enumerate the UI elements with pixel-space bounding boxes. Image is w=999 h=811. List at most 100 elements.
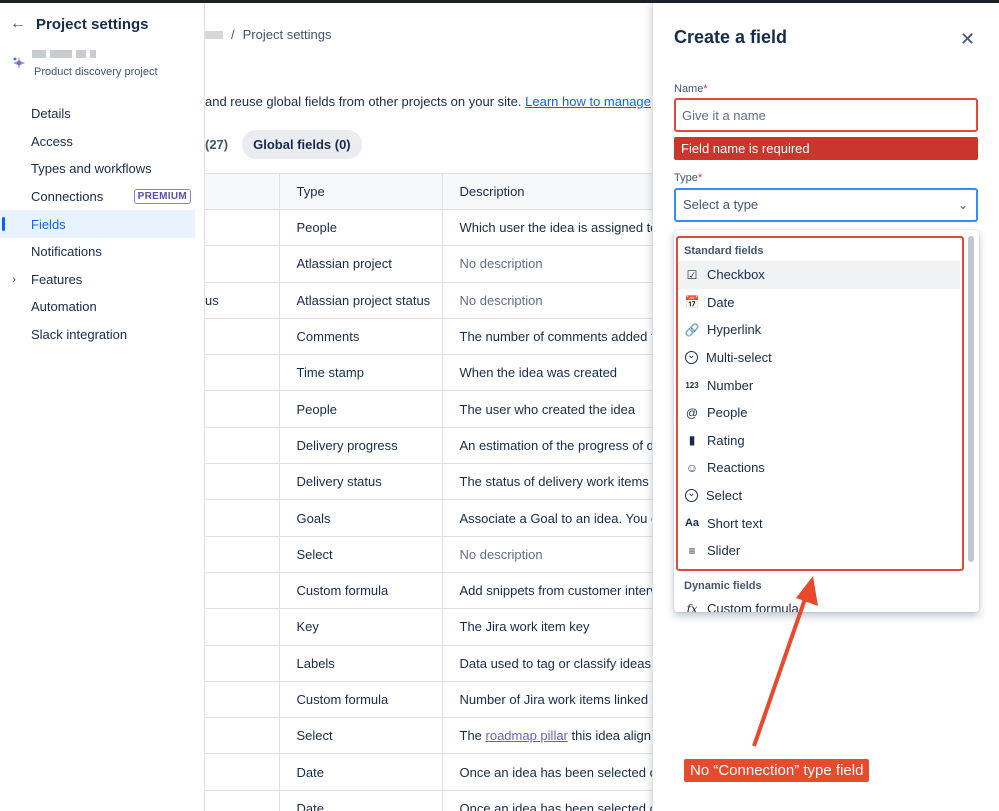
breadcrumb-current[interactable]: Project settings (243, 27, 332, 42)
type-column-header[interactable]: Type (278, 173, 442, 210)
sidebar-item-details[interactable]: Details (0, 100, 195, 128)
nav-label: Notifications (31, 244, 102, 260)
required-mark: * (703, 83, 708, 95)
nav-label: Types and workflows (31, 161, 152, 177)
field-type-cell: Atlassian project (278, 245, 442, 283)
field-type-cell: Select (278, 536, 442, 573)
table-row[interactable]: Custom formula Number of Jira work items … (205, 681, 652, 719)
calendar-icon: 📅 (684, 295, 700, 310)
tab-global-fields[interactable]: Global fields (0) (242, 130, 362, 159)
name-error-message: Field name is required (674, 137, 978, 160)
name-column-header (205, 173, 279, 210)
sidebar-item-features[interactable]: › Features (0, 266, 195, 294)
table-row[interactable]: People Which user the idea is assigned to (205, 209, 652, 247)
nav-label: Fields (31, 216, 66, 232)
dropdown-scrollbar[interactable] (968, 236, 974, 562)
table-row[interactable]: Select No description (205, 536, 652, 573)
field-name-cell (205, 427, 279, 465)
field-description-cell: When the idea was created (441, 354, 652, 392)
table-row[interactable]: Atlassian project No description (205, 245, 652, 283)
field-description-cell: Which user the idea is assigned to (441, 209, 652, 247)
field-description-cell: The roadmap pillar this idea align (441, 717, 652, 755)
field-name-cell (205, 536, 279, 573)
back-arrow-icon[interactable]: ← (10, 15, 26, 33)
field-description-cell: No description (441, 282, 652, 319)
sidebar-item-automation[interactable]: Automation (0, 293, 195, 321)
field-type-cell: Delivery progress (278, 427, 442, 465)
roadmap-pillar-link[interactable]: roadmap pillar (486, 728, 568, 743)
dd-item-people[interactable]: @ People (677, 399, 960, 427)
standard-fields-heading: Standard fields (684, 245, 764, 257)
chevron-down-icon: ⌄ (957, 198, 968, 212)
table-row[interactable]: People The user who created the idea (205, 390, 652, 428)
chevron-circle-icon: ⌄ (685, 489, 698, 503)
dd-item-hyperlink[interactable]: 🔗 Hyperlink (677, 316, 960, 344)
project-name-redacted (32, 50, 96, 58)
dd-item-short-text[interactable]: Aa Short text (677, 509, 960, 537)
table-row[interactable]: Delivery status The status of delivery wo… (205, 463, 652, 501)
sidebar-item-connections[interactable]: Connections PREMIUM (0, 183, 195, 211)
breadcrumb-redacted[interactable] (205, 30, 223, 39)
description-column-header[interactable]: Description (441, 173, 652, 210)
sidebar-item-access[interactable]: Access (0, 128, 195, 156)
table-row[interactable]: us Atlassian project status No description (205, 282, 652, 319)
table-row[interactable]: Select The roadmap pillar this idea align (205, 717, 652, 755)
name-label: Name* (674, 83, 708, 95)
checkbox-icon: ☑ (686, 267, 698, 282)
learn-more-link[interactable]: Learn how to manage (525, 94, 651, 109)
field-description-cell: Data used to tag or classify ideas (441, 645, 652, 682)
dd-item-number[interactable]: 123 Number (677, 371, 960, 399)
required-mark: * (697, 172, 703, 184)
table-row[interactable]: Goals Associate a Goal to an idea. You c (205, 499, 652, 537)
dd-item-date[interactable]: 📅 Date (677, 289, 960, 317)
field-description-cell: Once an idea has been selected c (441, 790, 652, 811)
number-icon: 123 (685, 380, 699, 390)
nav-label: Access (31, 133, 73, 149)
field-name-cell (205, 753, 279, 791)
table-row[interactable]: Key The Jira work item key (205, 608, 652, 646)
field-description-cell: The number of comments added t (441, 318, 652, 356)
type-label: Type* (674, 172, 702, 184)
dd-item-checkbox[interactable]: ☑ Checkbox (677, 261, 960, 289)
at-icon: @ (685, 405, 699, 420)
field-description-cell: An estimation of the progress of d (441, 427, 652, 465)
dd-item-multi-select[interactable]: ⌄ Multi-select (677, 344, 960, 372)
sidebar-item-fields[interactable]: Fields (0, 210, 195, 238)
table-row[interactable]: Comments The number of comments added t (205, 318, 652, 356)
table-row[interactable]: Delivery progress An estimation of the pr… (205, 427, 652, 465)
table-row[interactable]: Labels Data used to tag or classify ideas (205, 645, 652, 682)
description-text: this idea align (567, 728, 652, 744)
dd-item-label: Short text (707, 515, 763, 531)
chevron-right-icon[interactable]: › (12, 272, 16, 286)
dd-item-label: Hyperlink (707, 322, 762, 338)
annotation-arrow (752, 576, 818, 747)
table-row[interactable]: Date Once an idea has been selected c (205, 790, 652, 811)
dd-item-rating[interactable]: ▮ Rating (677, 427, 960, 455)
field-type-cell: Comments (278, 318, 442, 356)
link-icon: 🔗 (684, 322, 700, 337)
field-name-input[interactable] (674, 98, 978, 132)
premium-badge: PREMIUM (133, 188, 191, 204)
sidebar-item-types-and-workflows[interactable]: Types and workflows (0, 155, 195, 183)
sidebar: ← Project settings Product discovery pro… (0, 3, 205, 811)
dd-item-reactions[interactable]: ☺ Reactions (677, 454, 960, 482)
rating-bars-icon: ▮ (688, 433, 696, 448)
description-text: The (459, 728, 486, 744)
table-row[interactable]: Date Once an idea has been selected c (205, 753, 652, 791)
field-name-cell (205, 390, 279, 428)
tab-project-fields[interactable]: (27) (205, 137, 228, 152)
close-icon[interactable]: ✕ (960, 29, 975, 50)
dd-item-select[interactable]: ⌄ Select (677, 482, 960, 510)
field-type-select[interactable]: Select a type ⌄ (674, 188, 978, 222)
field-name-cell (205, 318, 279, 356)
type-dropdown-menu: Standard fields ☑ Checkbox 📅 Date 🔗 Hyperlink… (674, 230, 979, 612)
table-row[interactable]: Time stamp When the idea was created (205, 354, 652, 392)
field-description-cell: Number of Jira work items linked t (441, 681, 652, 719)
dd-item-slider[interactable]: ≡ Slider (677, 537, 960, 565)
dd-item-label: Rating (707, 432, 745, 448)
sidebar-item-slack-integration[interactable]: Slack integration (0, 321, 195, 349)
field-name-cell (205, 790, 279, 811)
breadcrumb-separator: / (231, 27, 235, 42)
sidebar-item-notifications[interactable]: Notifications (0, 238, 195, 266)
table-row[interactable]: Custom formula Add snippets from customer… (205, 572, 652, 610)
